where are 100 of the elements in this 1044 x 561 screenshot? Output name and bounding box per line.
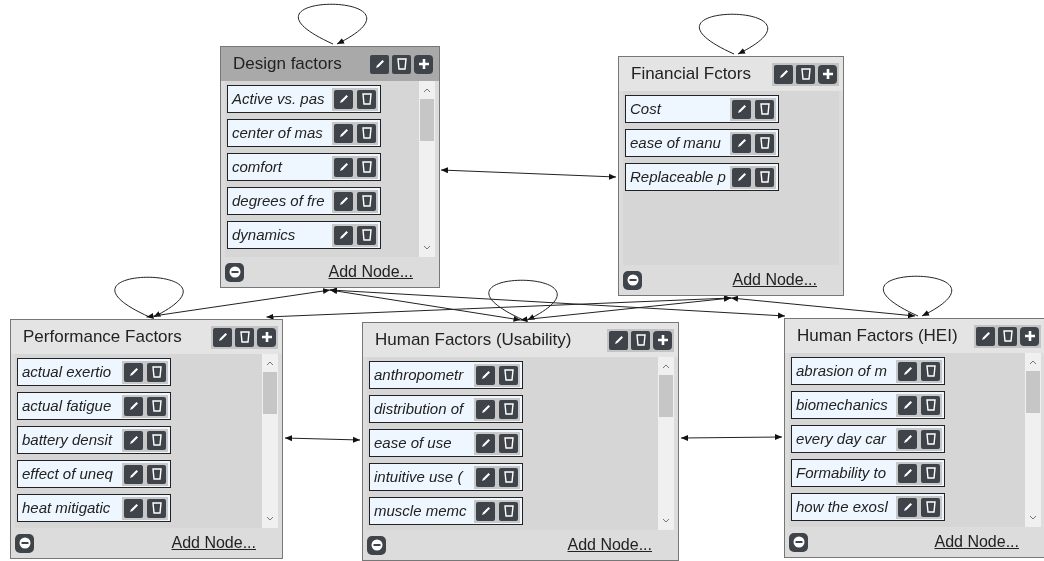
- edit-button[interactable]: [124, 396, 143, 416]
- delete-button[interactable]: [755, 133, 774, 153]
- list-item[interactable]: abrasion of m: [791, 357, 945, 385]
- collapse-button[interactable]: [225, 262, 244, 282]
- edit-button[interactable]: [334, 191, 353, 211]
- edit-button[interactable]: [774, 64, 793, 84]
- list-item[interactable]: degrees of fre: [227, 187, 381, 215]
- delete-button[interactable]: [147, 464, 166, 484]
- delete-button[interactable]: [357, 89, 376, 109]
- list-item[interactable]: effect of uneq: [17, 460, 171, 488]
- list-item[interactable]: distribution of: [369, 395, 523, 423]
- edit-button[interactable]: [476, 399, 495, 419]
- delete-button[interactable]: [796, 64, 815, 84]
- delete-button[interactable]: [998, 326, 1017, 346]
- edit-button[interactable]: [476, 365, 495, 385]
- list-item[interactable]: Cost: [625, 95, 779, 123]
- list-item[interactable]: muscle memc: [369, 497, 523, 525]
- edit-button[interactable]: [898, 395, 917, 415]
- delete-button[interactable]: [921, 497, 940, 517]
- edit-button[interactable]: [898, 497, 917, 517]
- delete-button[interactable]: [392, 54, 411, 74]
- scrollbar[interactable]: [419, 81, 435, 257]
- scroll-thumb[interactable]: [1026, 371, 1040, 413]
- list-item[interactable]: every day car: [791, 425, 945, 453]
- delete-button[interactable]: [147, 362, 166, 382]
- add-button[interactable]: [818, 64, 837, 84]
- delete-button[interactable]: [147, 498, 166, 518]
- card-header[interactable]: Human Factors (Usability): [363, 323, 678, 357]
- collapse-button[interactable]: [367, 535, 386, 555]
- edit-button[interactable]: [124, 430, 143, 450]
- delete-button[interactable]: [147, 396, 166, 416]
- edit-button[interactable]: [976, 326, 995, 346]
- card-header[interactable]: Human Factors (HEI): [785, 319, 1044, 353]
- edit-button[interactable]: [898, 361, 917, 381]
- list-item[interactable]: battery densit: [17, 426, 171, 454]
- add-button[interactable]: [653, 330, 672, 350]
- scrollbar[interactable]: [262, 354, 278, 528]
- scroll-thumb[interactable]: [420, 99, 434, 141]
- list-item[interactable]: intuitive use (: [369, 463, 523, 491]
- card-header[interactable]: Design factors: [221, 47, 439, 81]
- delete-button[interactable]: [147, 430, 166, 450]
- delete-button[interactable]: [235, 327, 254, 347]
- add-node-link[interactable]: Add Node...: [934, 530, 1019, 554]
- collapse-button[interactable]: [789, 532, 808, 552]
- collapse-button[interactable]: [15, 533, 34, 553]
- edit-button[interactable]: [476, 467, 495, 487]
- add-node-link[interactable]: Add Node...: [328, 260, 413, 284]
- list-item[interactable]: how the exosl: [791, 493, 945, 521]
- delete-button[interactable]: [357, 123, 376, 143]
- add-node-link[interactable]: Add Node...: [732, 268, 817, 292]
- list-item[interactable]: actual exertio: [17, 358, 171, 386]
- list-item[interactable]: heat mitigatic: [17, 494, 171, 522]
- edit-button[interactable]: [732, 99, 751, 119]
- add-node-link[interactable]: Add Node...: [171, 531, 256, 555]
- add-button[interactable]: [257, 327, 276, 347]
- card-header[interactable]: Performance Factors: [11, 320, 282, 354]
- scrollbar[interactable]: [658, 357, 674, 530]
- list-item[interactable]: comfort: [227, 153, 381, 181]
- edit-button[interactable]: [476, 433, 495, 453]
- delete-button[interactable]: [755, 167, 774, 187]
- add-button[interactable]: [414, 54, 433, 74]
- edit-button[interactable]: [334, 225, 353, 245]
- delete-button[interactable]: [499, 365, 518, 385]
- edit-button[interactable]: [609, 330, 628, 350]
- edit-button[interactable]: [124, 498, 143, 518]
- scroll-thumb[interactable]: [263, 372, 277, 414]
- add-node-link[interactable]: Add Node...: [567, 533, 652, 557]
- edit-button[interactable]: [476, 501, 495, 521]
- delete-button[interactable]: [357, 225, 376, 245]
- list-item[interactable]: Replaceable p: [625, 163, 779, 191]
- list-item[interactable]: biomechanics: [791, 391, 945, 419]
- edit-button[interactable]: [334, 123, 353, 143]
- list-item[interactable]: dynamics: [227, 221, 381, 249]
- delete-button[interactable]: [499, 399, 518, 419]
- edit-button[interactable]: [732, 167, 751, 187]
- edit-button[interactable]: [898, 463, 917, 483]
- collapse-button[interactable]: [623, 270, 642, 290]
- list-item[interactable]: ease of use: [369, 429, 523, 457]
- delete-button[interactable]: [499, 501, 518, 521]
- delete-button[interactable]: [755, 99, 774, 119]
- delete-button[interactable]: [921, 429, 940, 449]
- edit-button[interactable]: [213, 327, 232, 347]
- delete-button[interactable]: [921, 395, 940, 415]
- edit-button[interactable]: [334, 157, 353, 177]
- list-item[interactable]: ease of manu: [625, 129, 779, 157]
- delete-button[interactable]: [499, 433, 518, 453]
- list-item[interactable]: anthropometr: [369, 361, 523, 389]
- edit-button[interactable]: [124, 464, 143, 484]
- card-header[interactable]: Financial Fctors: [619, 57, 843, 91]
- edit-button[interactable]: [334, 89, 353, 109]
- delete-button[interactable]: [631, 330, 650, 350]
- delete-button[interactable]: [921, 361, 940, 381]
- scroll-thumb[interactable]: [659, 375, 673, 417]
- delete-button[interactable]: [357, 157, 376, 177]
- delete-button[interactable]: [499, 467, 518, 487]
- add-button[interactable]: [1020, 326, 1039, 346]
- edit-button[interactable]: [124, 362, 143, 382]
- list-item[interactable]: center of mas: [227, 119, 381, 147]
- list-item[interactable]: Active vs. pas: [227, 85, 381, 113]
- edit-button[interactable]: [370, 54, 389, 74]
